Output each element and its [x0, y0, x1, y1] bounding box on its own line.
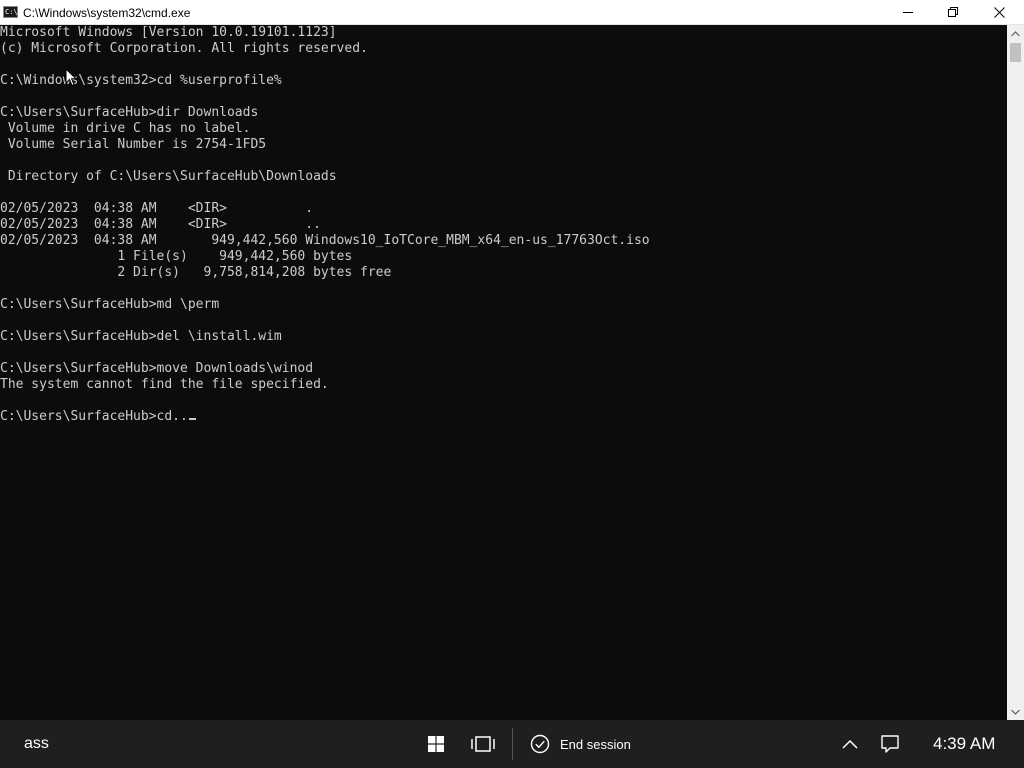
- console-line: (c) Microsoft Corporation. All rights re…: [0, 41, 368, 56]
- task-view-icon: [471, 736, 495, 752]
- restore-icon: [947, 7, 958, 17]
- start-button[interactable]: [424, 732, 448, 756]
- taskbar-clock[interactable]: 4:39 AM: [933, 734, 995, 754]
- console-line: C:\Windows\system32>cd %userprofile%: [0, 73, 282, 88]
- console-line: C:\Users\SurfaceHub>move Downloads\winod: [0, 361, 314, 376]
- command-input[interactable]: C:\Users\SurfaceHub>cd..: [0, 409, 188, 424]
- scroll-up-arrow-icon: [1011, 30, 1020, 36]
- console-line: 02/05/2023 04:38 AM <DIR> .: [0, 201, 314, 216]
- notifications-button[interactable]: [878, 732, 902, 756]
- text-cursor: [188, 418, 196, 420]
- notification-icon: [881, 735, 899, 753]
- console-line: Directory of C:\Users\SurfaceHub\Downloa…: [0, 169, 337, 184]
- taskbar-divider: [512, 728, 513, 760]
- console-line: 2 Dir(s) 9,758,814,208 bytes free: [0, 265, 392, 280]
- command-prompt-line[interactable]: C:\Users\SurfaceHub>cd..: [0, 409, 1007, 425]
- chevron-up-icon: [842, 739, 858, 749]
- console-line: C:\Users\SurfaceHub>dir Downloads: [0, 105, 259, 120]
- restore-button[interactable]: [930, 0, 976, 25]
- console-line: 02/05/2023 04:38 AM 949,442,560 Windows1…: [0, 233, 650, 248]
- title-bar[interactable]: C:\ C:\Windows\system32\cmd.exe: [0, 0, 1024, 25]
- taskbar: ass End session 4:39 AM: [0, 720, 1024, 768]
- windows-start-icon: [428, 736, 444, 752]
- scroll-down-arrow-icon: [1011, 709, 1020, 715]
- cmd-app-icon-text: C:\: [5, 8, 18, 16]
- console-line: 1 File(s) 949,442,560 bytes: [0, 249, 353, 264]
- mouse-pointer-icon: [65, 68, 77, 87]
- end-session-button[interactable]: End session: [530, 732, 631, 756]
- minimize-icon: [902, 12, 913, 13]
- show-hidden-icons-button[interactable]: [838, 732, 862, 756]
- scroll-thumb[interactable]: [1010, 43, 1021, 62]
- taskbar-text: ass: [24, 735, 49, 752]
- close-icon: [993, 7, 1005, 18]
- end-session-label: End session: [560, 736, 631, 752]
- console-line: C:\Users\SurfaceHub>del \install.wim: [0, 329, 282, 344]
- scroll-up-button[interactable]: [1007, 25, 1024, 42]
- console-line: 02/05/2023 04:38 AM <DIR> ..: [0, 217, 321, 232]
- window-title: C:\Windows\system32\cmd.exe: [23, 6, 191, 20]
- console-line: Volume in drive C has no label.: [0, 121, 251, 136]
- task-view-button[interactable]: [471, 732, 495, 756]
- minimize-button[interactable]: [885, 0, 931, 25]
- console-text: Microsoft Windows [Version 10.0.19101.11…: [0, 25, 1007, 409]
- close-button[interactable]: [976, 0, 1022, 25]
- vertical-scrollbar[interactable]: [1007, 25, 1024, 720]
- scroll-down-button[interactable]: [1007, 703, 1024, 720]
- console-line: Microsoft Windows [Version 10.0.19101.11…: [0, 25, 337, 40]
- console-output[interactable]: Microsoft Windows [Version 10.0.19101.11…: [0, 25, 1007, 720]
- cmd-app-icon: C:\: [3, 6, 18, 18]
- check-circle-icon: [530, 734, 550, 754]
- console-line: The system cannot find the file specifie…: [0, 377, 329, 392]
- console-line: C:\Users\SurfaceHub>md \perm: [0, 297, 220, 312]
- console-line: Volume Serial Number is 2754-1FD5: [0, 137, 267, 152]
